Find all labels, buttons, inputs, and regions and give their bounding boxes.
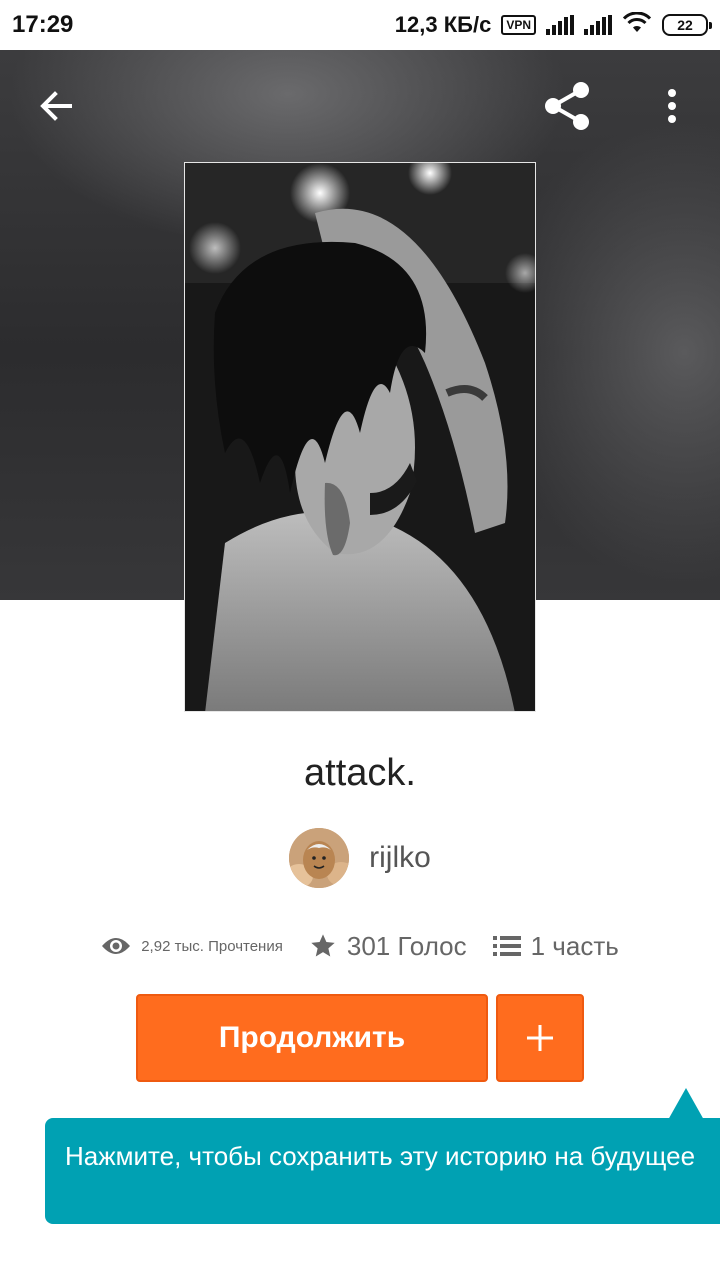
list-icon bbox=[492, 936, 521, 956]
author-name: rijlko bbox=[369, 841, 431, 874]
more-vertical-icon bbox=[668, 89, 676, 123]
battery-level: 22 bbox=[677, 17, 693, 33]
story-stats: 2,92 тыс. Прочтения 301 Голос 1 часть bbox=[0, 924, 720, 968]
parts-count: 1 часть bbox=[530, 930, 619, 961]
more-options-button[interactable] bbox=[642, 76, 702, 136]
votes-stat: 301 Голос bbox=[309, 931, 467, 962]
vpn-badge: VPN bbox=[501, 15, 536, 35]
plus-icon bbox=[527, 1025, 553, 1051]
status-indicators: 12,3 КБ/с VPN 22 bbox=[394, 10, 712, 40]
add-to-library-button[interactable] bbox=[496, 994, 584, 1082]
author-avatar bbox=[289, 828, 350, 888]
share-button[interactable] bbox=[537, 76, 597, 136]
save-story-tooltip[interactable]: Нажмите, чтобы сохранить эту историю на … bbox=[45, 1118, 720, 1224]
star-icon bbox=[311, 934, 335, 957]
story-cover-image[interactable] bbox=[184, 162, 536, 712]
tooltip-text: Нажмите, чтобы сохранить эту историю на … bbox=[65, 1141, 696, 1171]
battery-icon: 22 bbox=[662, 14, 712, 36]
back-button[interactable] bbox=[26, 76, 86, 136]
signal-icon-2 bbox=[584, 15, 612, 35]
share-icon bbox=[545, 82, 589, 130]
reads-count: 2,92 тыс. Прочтения bbox=[141, 937, 283, 955]
reads-stat: 2,92 тыс. Прочтения bbox=[101, 935, 283, 957]
network-speed: 12,3 КБ/с bbox=[394, 12, 492, 37]
wifi-icon bbox=[622, 11, 652, 39]
status-time: 17:29 bbox=[12, 11, 74, 38]
eye-icon bbox=[102, 938, 131, 954]
parts-stat: 1 часть bbox=[492, 930, 619, 962]
author-link[interactable]: rijlko bbox=[0, 828, 720, 888]
votes-count: 301 Голос bbox=[346, 930, 467, 961]
tooltip-arrow bbox=[668, 1088, 704, 1120]
story-title: attack. bbox=[304, 752, 416, 794]
signal-icon bbox=[546, 15, 574, 35]
arrow-left-icon bbox=[40, 91, 72, 121]
status-bar: 17:29 12,3 КБ/с VPN 22 bbox=[0, 0, 720, 50]
continue-reading-button[interactable]: Продолжить bbox=[136, 994, 488, 1082]
